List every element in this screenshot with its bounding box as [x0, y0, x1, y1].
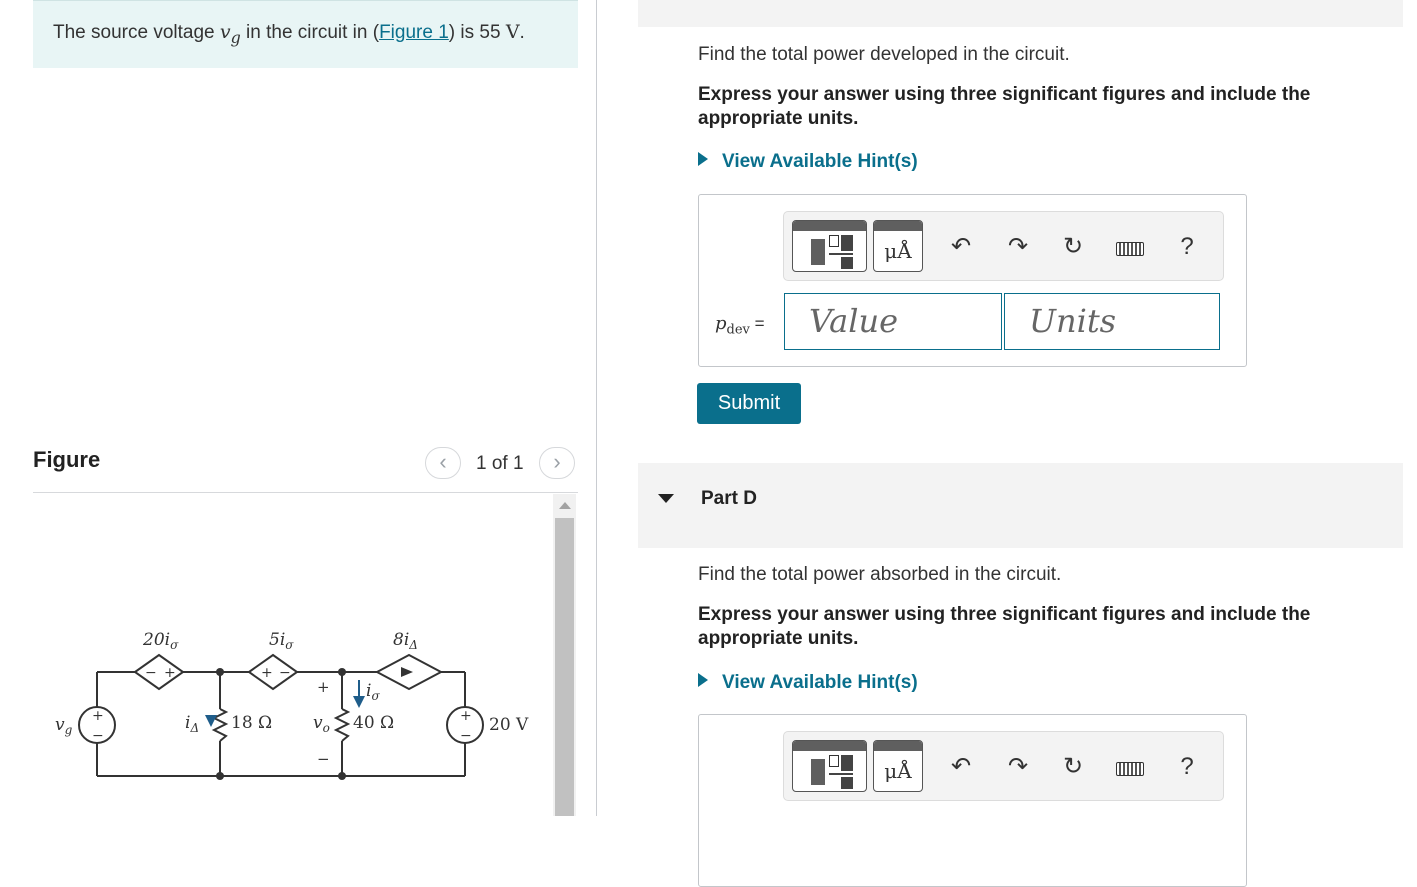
- part-d-header[interactable]: Part D: [638, 463, 1403, 548]
- next-figure-button[interactable]: ›: [539, 447, 575, 479]
- part-c-answer-box: μÅ ↶ ↷ ↻ ? pdev = Value Units: [698, 194, 1247, 367]
- part-d-question: Find the total power absorbed in the cir…: [698, 564, 1062, 585]
- part-d-instruction: Express your answer using three signific…: [698, 604, 1311, 649]
- figure-header: Figure ‹ 1 of 1 ›: [33, 445, 578, 493]
- help-icon[interactable]: ?: [1172, 752, 1202, 782]
- circuit-figure: 20iσ 5iσ 8iΔ − + + − vg + − iΔ 18 Ω + vo…: [33, 494, 578, 816]
- submit-button[interactable]: Submit: [697, 383, 801, 424]
- figure-title: Figure: [33, 447, 101, 472]
- keyboard-icon[interactable]: [1116, 242, 1144, 256]
- right-pane: Find the total power developed in the ci…: [598, 0, 1417, 887]
- i-sigma-label: iσ: [366, 681, 380, 703]
- problem-text: The source voltage: [53, 22, 220, 43]
- part-d-title: Part D: [701, 488, 757, 509]
- dep1-plus-sign: +: [164, 665, 176, 681]
- part-d-hint-link[interactable]: View Available Hint(s): [698, 672, 918, 694]
- chevron-right-icon: ›: [553, 449, 561, 474]
- chevron-left-icon: ‹: [439, 449, 447, 474]
- dep1-minus-sign: −: [145, 665, 157, 681]
- undo-icon[interactable]: ↶: [946, 232, 976, 262]
- figure-page-indicator: 1 of 1: [476, 453, 524, 474]
- redo-icon[interactable]: ↷: [1003, 752, 1033, 782]
- part-c-instruction: Express your answer using three signific…: [698, 84, 1311, 129]
- caret-down-icon: [658, 494, 674, 503]
- figure-link[interactable]: Figure 1: [379, 22, 449, 43]
- src-left-plus-sign: +: [92, 708, 104, 724]
- part-c-hint-link[interactable]: View Available Hint(s): [698, 151, 918, 173]
- equation-label: pdev =: [715, 313, 765, 338]
- figure-scrollbar[interactable]: [553, 494, 576, 816]
- redo-icon[interactable]: ↷: [1003, 232, 1033, 262]
- caret-right-icon: [698, 673, 708, 687]
- value-input[interactable]: Value: [784, 293, 1002, 350]
- resistor-40-label: 40 Ω: [353, 713, 394, 733]
- dep2-minus-sign: −: [279, 665, 291, 681]
- circuit-diagram: 20iσ 5iσ 8iΔ − + + − vg + − iΔ 18 Ω + vo…: [55, 630, 529, 780]
- previous-figure-button[interactable]: ‹: [425, 447, 461, 479]
- dep2-plus-sign: +: [261, 665, 273, 681]
- undo-icon[interactable]: ↶: [946, 752, 976, 782]
- keyboard-icon[interactable]: [1116, 762, 1144, 776]
- dep-source-label-3: 8iΔ: [393, 630, 418, 652]
- source-voltage-symbol: vg: [219, 21, 241, 47]
- vo-plus-sign: +: [317, 678, 330, 696]
- left-pane: The source voltage vg in the circuit in …: [0, 0, 597, 816]
- units-icon[interactable]: μÅ: [873, 740, 923, 792]
- help-icon[interactable]: ?: [1172, 232, 1202, 262]
- units-input[interactable]: Units: [1004, 293, 1220, 350]
- problem-statement: The source voltage vg in the circuit in …: [33, 0, 578, 68]
- voltage-unit: V: [505, 21, 520, 43]
- reset-icon[interactable]: ↻: [1058, 752, 1088, 782]
- resistor-18-label: 18 Ω: [231, 713, 272, 733]
- dep-source-label-2: 5iσ: [269, 630, 294, 652]
- templates-icon[interactable]: [792, 740, 867, 792]
- scroll-up-arrow-icon[interactable]: [559, 502, 571, 509]
- vo-minus-sign: −: [317, 750, 330, 768]
- templates-icon[interactable]: [792, 220, 867, 272]
- src-right-minus-sign: −: [460, 728, 472, 744]
- part-c-header-strip: [638, 0, 1403, 27]
- source-right-label: 20 V: [489, 715, 529, 735]
- reset-icon[interactable]: ↻: [1058, 232, 1088, 262]
- caret-right-icon: [698, 152, 708, 166]
- part-d-answer-box: μÅ ↶ ↷ ↻ ?: [698, 714, 1247, 887]
- math-toolbar-part-d: μÅ ↶ ↷ ↻ ?: [783, 731, 1224, 801]
- units-icon[interactable]: μÅ: [873, 220, 923, 272]
- i-delta-label: iΔ: [185, 713, 199, 735]
- math-toolbar: μÅ ↶ ↷ ↻ ?: [783, 211, 1224, 281]
- scroll-thumb[interactable]: [555, 518, 574, 816]
- dep-source-label-1: 20iσ: [142, 630, 179, 652]
- source-left-label: vg: [55, 715, 73, 737]
- part-c-question: Find the total power developed in the ci…: [698, 44, 1070, 65]
- src-left-minus-sign: −: [92, 728, 104, 744]
- vo-label: vo: [313, 713, 330, 735]
- src-right-plus-sign: +: [460, 708, 472, 724]
